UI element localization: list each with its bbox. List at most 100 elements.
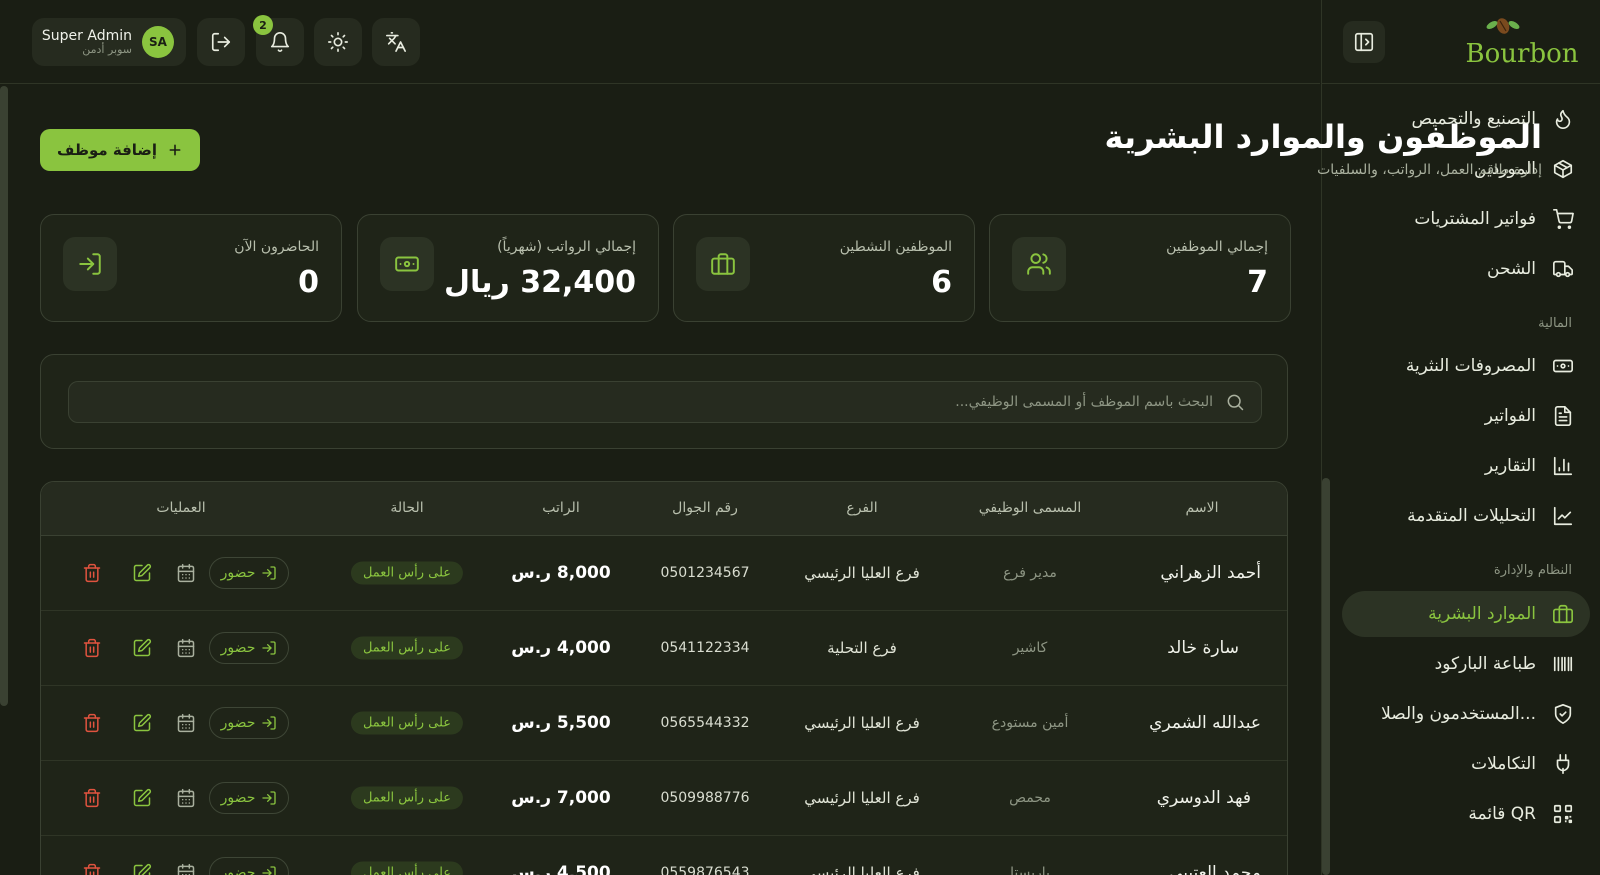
stat-card-total-employees: إجمالي الموظفين 7 [989, 214, 1291, 322]
attendance-label: حضور [220, 565, 256, 581]
stat-label: الموظفين النشطين [839, 239, 952, 255]
employee-name: عبدالله الشمري [1149, 713, 1261, 733]
sidebar-item-label: فواتير المشتريات [1414, 209, 1536, 229]
bourbon-logo: Bourbon [1466, 18, 1578, 69]
delete-button[interactable] [82, 563, 102, 583]
edit-icon [133, 563, 152, 582]
sidebar-section-system: النظام والإدارة [1493, 563, 1572, 578]
notifications-button[interactable]: 2 [253, 15, 304, 66]
delete-button[interactable] [82, 713, 102, 733]
login-icon [262, 791, 277, 805]
sidebar-item-shipping[interactable]: الشحن [1342, 246, 1590, 292]
stat-icon-box [696, 237, 750, 291]
employee-job: باريستا [1010, 865, 1050, 875]
collapse-sidebar-button[interactable] [1343, 21, 1385, 63]
user-menu[interactable]: Super Admin سوبر أدمن SA [32, 18, 186, 66]
logout-icon [211, 32, 231, 52]
calendar-button[interactable] [176, 638, 196, 658]
employee-salary: 7,000 ر.س [511, 788, 611, 808]
package-icon [1553, 159, 1573, 179]
table-header: الاسم المسمى الوظيفي الفرع رقم الجوال ال… [41, 482, 1287, 536]
edit-button[interactable] [132, 713, 152, 733]
calendar-button[interactable] [176, 788, 196, 808]
delete-button[interactable] [82, 863, 102, 875]
sidebar-item-purchase-invoices[interactable]: فواتير المشتريات [1342, 196, 1590, 242]
calendar-icon [177, 563, 195, 583]
sidebar-section-finance: المالية [1538, 316, 1572, 331]
search-input[interactable]: البحث باسم الموظف أو المسمى الوظيفي... [68, 381, 1262, 423]
barcode-icon [1553, 656, 1573, 672]
employee-job: مدير فرع [1003, 565, 1057, 581]
sidebar-item-hr[interactable]: الموارد البشرية [1342, 591, 1590, 637]
status-badge: على رأس العمل [350, 861, 464, 875]
calendar-icon [177, 863, 195, 875]
table-row: فهد الدوسري محمص فرع العليا الرئيسي 0509… [41, 761, 1287, 836]
delete-button[interactable] [82, 788, 102, 808]
status-badge: على رأس العمل [350, 711, 464, 735]
employee-phone: 0541122334 [660, 640, 750, 656]
logout-button[interactable] [197, 18, 245, 66]
notification-count-badge: 2 [253, 15, 273, 35]
sidebar-item-reports[interactable]: التقارير [1342, 443, 1590, 489]
delete-button[interactable] [82, 638, 102, 658]
sidebar-item-barcode[interactable]: طباعة الباركود [1342, 641, 1590, 687]
edit-button[interactable] [132, 788, 152, 808]
employee-branch: فرع العليا الرئيسي [804, 864, 920, 875]
trash-icon [83, 863, 101, 875]
shield-icon [1554, 704, 1572, 724]
employee-salary: 4,000 ر.س [511, 638, 611, 658]
table-row: محمد العتيبي باريستا فرع العليا الرئيسي … [41, 836, 1287, 875]
login-icon [262, 566, 277, 580]
attendance-button[interactable]: حضور [209, 782, 289, 814]
attendance-button[interactable]: حضور [209, 707, 289, 739]
employee-salary: 8,000 ر.س [511, 563, 611, 583]
qr-icon [1553, 804, 1573, 824]
calendar-button[interactable] [176, 563, 196, 583]
main-scrollbar[interactable] [0, 86, 8, 706]
truck-icon [1553, 260, 1573, 278]
sidebar-item-advanced-analytics[interactable]: التحليلات المتقدمة [1342, 493, 1590, 539]
attendance-button[interactable]: حضور [209, 857, 289, 875]
sidebar-scrollbar[interactable] [1322, 478, 1330, 875]
edit-button[interactable] [132, 563, 152, 583]
search-placeholder: البحث باسم الموظف أو المسمى الوظيفي... [955, 394, 1213, 410]
header-job: المسمى الوظيفي [978, 500, 1082, 516]
calendar-button[interactable] [176, 713, 196, 733]
sidebar-item-integrations[interactable]: التكاملات [1342, 741, 1590, 787]
sidebar-item-label: التحليلات المتقدمة [1407, 506, 1536, 526]
edit-icon [133, 638, 152, 657]
language-button[interactable] [372, 18, 420, 66]
edit-icon [133, 863, 152, 875]
banknote-icon [1553, 359, 1573, 373]
page-title: الموظفون والموارد البشرية [1104, 118, 1542, 156]
sidebar-item-label: قائمة QR [1468, 804, 1536, 824]
user-info: Super Admin سوبر أدمن [42, 28, 132, 57]
theme-toggle-button[interactable] [314, 18, 362, 66]
search-panel: البحث باسم الموظف أو المسمى الوظيفي... [40, 354, 1288, 449]
stat-value: 0 [298, 265, 319, 300]
edit-button[interactable] [132, 863, 152, 875]
edit-button[interactable] [132, 638, 152, 658]
attendance-button[interactable]: حضور [209, 632, 289, 664]
trash-icon [83, 563, 101, 583]
banknote-icon [395, 256, 419, 272]
cart-icon [1553, 209, 1574, 229]
employee-branch: فرع العليا الرئيسي [804, 714, 920, 732]
sidebar-item-label: الفواتير [1484, 406, 1536, 426]
calendar-button[interactable] [176, 863, 196, 875]
attendance-button[interactable]: حضور [209, 557, 289, 589]
attendance-label: حضور [220, 715, 256, 731]
table-row: سارة خالد كاشير فرع التحلية 0541122334 4… [41, 611, 1287, 686]
top-bar: Super Admin سوبر أدمن SA 2 [0, 0, 1320, 84]
sidebar-item-invoices[interactable]: الفواتير [1342, 393, 1590, 439]
sidebar-item-users-permissions[interactable]: المستخدمون والصلا... [1342, 691, 1590, 737]
employee-name: محمد العتيبي [1169, 863, 1261, 875]
employee-name: أحمد الزهراني [1160, 563, 1261, 583]
employee-salary: 4,500 ر.س [511, 863, 611, 875]
add-employee-button[interactable]: إضافة موظف [40, 129, 200, 171]
sidebar-item-qr-menu[interactable]: قائمة QR [1342, 791, 1590, 837]
sidebar-item-petty-expenses[interactable]: المصروفات النثرية [1342, 343, 1590, 389]
header-status: الحالة [390, 500, 424, 516]
employee-job: محمص [1009, 790, 1051, 806]
stat-icon-box [63, 237, 117, 291]
